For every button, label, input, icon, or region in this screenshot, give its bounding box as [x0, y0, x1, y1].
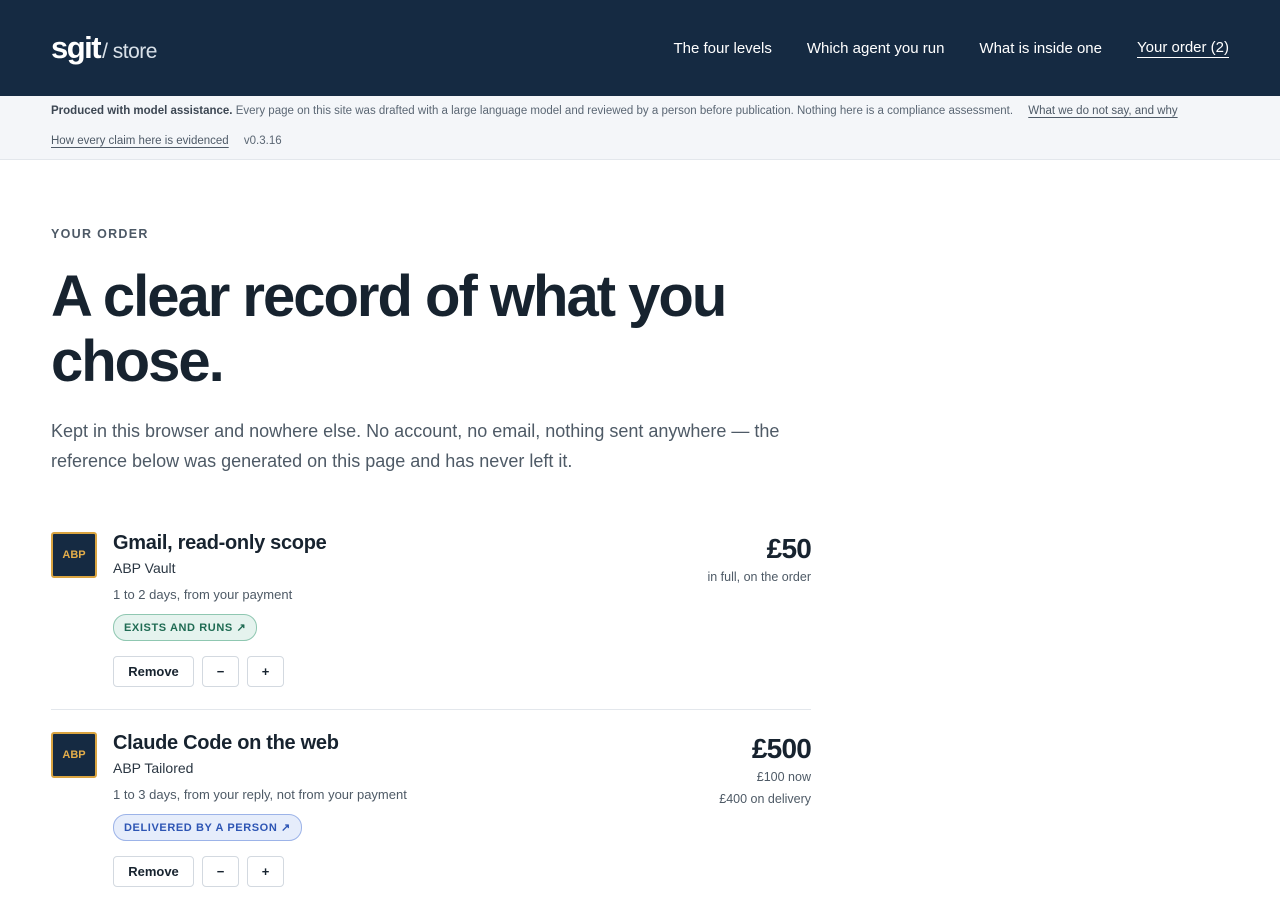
- price-amount: £500: [751, 733, 812, 764]
- remove-button[interactable]: Remove: [113, 656, 194, 687]
- product-badge: ABP: [51, 532, 97, 578]
- item-product: ABP Vault: [113, 560, 176, 576]
- price-amount: £50: [766, 533, 812, 564]
- ai-disclosure-banner: Produced with model assistance. Every pa…: [0, 96, 1280, 160]
- nav-inside-one[interactable]: What is inside one: [979, 40, 1102, 57]
- notice-line: Produced with model assistance. Every pa…: [51, 104, 1229, 118]
- page-lede: Kept in this browser and nowhere else. N…: [51, 421, 780, 471]
- item-eta: 1 to 3 days, from your reply, not from y…: [113, 787, 407, 802]
- order-item-body: Gmail, read-only scope ABP Vault 1 to 2 …: [113, 532, 811, 687]
- brand-logo[interactable]: sgit / store: [51, 30, 157, 66]
- page-title: A clear record of what you chose.: [51, 264, 727, 394]
- page-eyebrow: YOUR ORDER: [51, 227, 149, 241]
- item-eta: 1 to 2 days, from your payment: [113, 587, 293, 602]
- item-product: ABP Tailored: [113, 760, 194, 776]
- status-badge[interactable]: DELIVERED BY A PERSON ↗: [113, 814, 302, 841]
- notice-text: Every page on this site was drafted with…: [235, 105, 1014, 117]
- main-nav: The four levels Which agent you run What…: [638, 39, 1229, 58]
- brand-name: sgit: [51, 30, 102, 65]
- order-item: ABP Gmail, read-only scope ABP Vault 1 t…: [51, 532, 812, 709]
- increase-quantity-button[interactable]: +: [247, 856, 284, 887]
- price-note-delivery: £400 on delivery: [719, 792, 811, 806]
- notice-line-2: How every claim here is evidenced v0.3.1…: [51, 134, 1229, 148]
- order-list: ABP Gmail, read-only scope ABP Vault 1 t…: [51, 532, 812, 900]
- product-badge: ABP: [51, 732, 97, 778]
- order-item: ABP Claude Code on the web ABP Tailored …: [51, 709, 812, 900]
- increase-quantity-button[interactable]: +: [247, 656, 284, 687]
- nav-which-agent[interactable]: Which agent you run: [807, 40, 945, 57]
- nav-your-order[interactable]: Your order (2): [1137, 39, 1229, 58]
- item-title: Claude Code on the web: [113, 732, 339, 754]
- notice-lead: Produced with model assistance.: [51, 105, 233, 117]
- item-price: £500 £100 now £400 on delivery: [719, 733, 812, 808]
- decrease-quantity-button[interactable]: −: [202, 856, 239, 887]
- status-badge[interactable]: EXISTS AND RUNS ↗: [113, 614, 258, 641]
- order-item-body: Claude Code on the web ABP Tailored 1 to…: [113, 732, 811, 887]
- evidence-link[interactable]: How every claim here is evidenced: [51, 135, 229, 147]
- nav-four-levels[interactable]: The four levels: [673, 40, 771, 57]
- price-note-now: £100 now: [756, 770, 811, 784]
- brand-sub: / store: [102, 40, 157, 63]
- item-title: Gmail, read-only scope: [113, 532, 327, 554]
- order-page: YOUR ORDER A clear record of what you ch…: [0, 227, 1280, 900]
- remove-button[interactable]: Remove: [113, 856, 194, 887]
- price-note: in full, on the order: [707, 570, 811, 584]
- item-controls: Remove − +: [113, 656, 811, 687]
- site-header: sgit / store The four levels Which agent…: [0, 0, 1280, 96]
- item-price: £50 in full, on the order: [707, 534, 811, 586]
- version-label: v0.3.16: [243, 135, 282, 147]
- decrease-quantity-button[interactable]: −: [202, 656, 239, 687]
- item-controls: Remove − +: [113, 856, 811, 887]
- disclaimers-link[interactable]: What we do not say, and why: [1028, 105, 1177, 117]
